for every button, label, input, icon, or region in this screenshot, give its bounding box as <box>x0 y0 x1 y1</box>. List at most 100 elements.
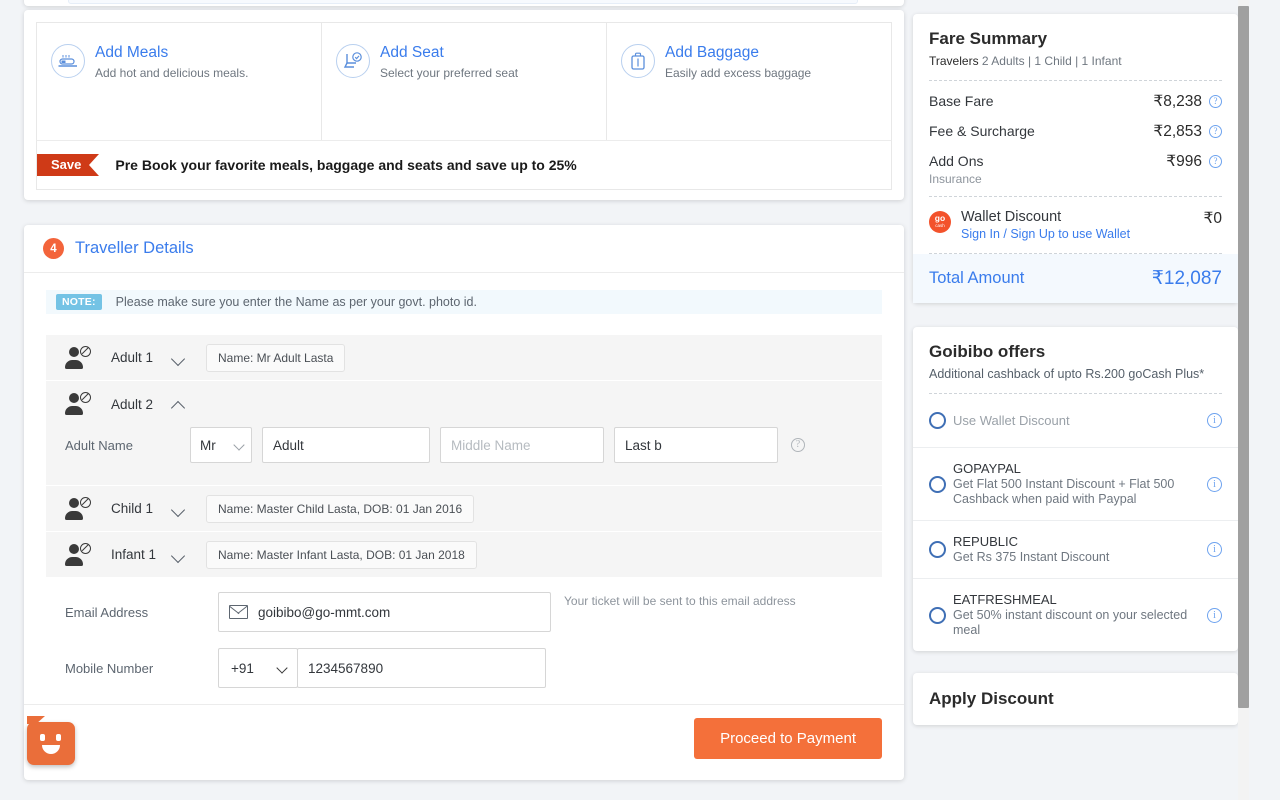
offer-item-republic[interactable]: REPUBLIC Get Rs 375 Instant Discount i <box>913 521 1238 579</box>
info-icon-republic[interactable]: i <box>1207 542 1222 557</box>
addon-subtitle-seat: Select your preferred seat <box>380 66 519 80</box>
chevron-down-icon-country-code <box>276 662 288 674</box>
email-field[interactable]: goibibo@go-mmt.com <box>218 592 551 632</box>
meal-icon <box>51 44 85 78</box>
fare-label-base-fare: Base Fare <box>929 93 994 109</box>
offers-title: Goibibo offers <box>929 342 1046 361</box>
offer-code-gopaypal: GOPAYPAL <box>953 461 1021 476</box>
fare-summary-card: Fare Summary Travelers 2 Adults | 1 Chil… <box>913 14 1238 303</box>
fare-line-add-ons: Add Ons ₹996 ? <box>913 141 1238 171</box>
envelope-icon <box>229 605 248 619</box>
first-name-input[interactable]: Adult <box>262 427 430 463</box>
chevron-down-icon-infant-1[interactable] <box>172 548 186 562</box>
passenger-row-adult-1[interactable]: Adult 1 Name: Mr Adult Lasta <box>46 335 882 381</box>
passenger-label-adult-2: Adult 2 <box>111 396 154 412</box>
note-badge: NOTE: <box>56 294 102 310</box>
info-icon-eatfreshmeal[interactable]: i <box>1207 607 1222 623</box>
country-code-value: +91 <box>231 660 254 676</box>
fee-surcharge-amount: ₹2,853 <box>1153 123 1202 140</box>
info-icon-gopaypal[interactable]: i <box>1207 476 1222 492</box>
offer-item-use-wallet-discount[interactable]: Use Wallet Discount i <box>913 394 1238 448</box>
fare-summary-header: Fare Summary Travelers 2 Adults | 1 Chil… <box>913 14 1238 80</box>
email-row: Email Address goibibo@go-mmt.com Your ti… <box>65 592 882 632</box>
offer-item-eatfreshmeal[interactable]: EATFRESHMEAL Get 50% instant discount on… <box>913 579 1238 651</box>
travelers-line: Travelers 2 Adults | 1 Child | 1 Infant <box>929 54 1222 68</box>
addon-add-meals[interactable]: Add Meals Add hot and delicious meals. <box>37 23 322 140</box>
offer-body-republic: REPUBLIC Get Rs 375 Instant Discount <box>953 534 1207 565</box>
gocash-badge-text: go <box>934 213 946 223</box>
note-text: Please make sure you enter the Name as p… <box>115 295 477 309</box>
help-icon[interactable]: ? <box>791 438 805 452</box>
wallet-discount-value: ₹0 <box>1203 210 1222 227</box>
chevron-up-icon-adult-2[interactable] <box>172 397 186 411</box>
total-amount-value: ₹12,087 <box>1151 268 1222 289</box>
fare-label-add-ons: Add Ons <box>929 153 984 169</box>
chevron-down-icon-title <box>233 439 245 451</box>
last-name-input[interactable]: Last b <box>614 427 778 463</box>
passenger-row-child-1[interactable]: Child 1 Name: Master Child Lasta, DOB: 0… <box>46 486 882 532</box>
title-select[interactable]: Mr <box>190 427 252 463</box>
addon-text-seat: Add Seat Select your preferred seat <box>380 43 518 81</box>
country-code-select[interactable]: +91 <box>218 648 298 688</box>
offer-label-use-wallet-discount: Use Wallet Discount <box>953 413 1070 428</box>
fare-line-fee-surcharge: Fee & Surcharge ₹2,853 ? <box>913 111 1238 141</box>
passenger-header-adult-2[interactable]: Adult 2 <box>46 381 882 427</box>
seat-icon <box>336 44 370 78</box>
total-amount-row: Total Amount ₹12,087 <box>913 254 1238 303</box>
info-icon-base-fare[interactable]: ? <box>1209 95 1222 108</box>
chat-eye-left-icon <box>40 734 45 741</box>
add-ons-amount: ₹996 <box>1166 153 1202 170</box>
fare-value-fee-surcharge: ₹2,853 ? <box>1153 122 1222 141</box>
offer-desc-eatfreshmeal: Get 50% instant discount on your selecte… <box>953 608 1188 637</box>
adult-name-form: Adult Name Mr Adult Middle Name Last b ? <box>46 427 882 485</box>
offer-code-republic: REPUBLIC <box>953 534 1019 549</box>
page-title: Traveller Details <box>75 239 194 257</box>
addon-subtitle-baggage: Easily add excess baggage <box>665 66 812 80</box>
booking-page: View All Benefits Insurance is only vali… <box>0 0 1280 800</box>
wallet-discount-title: Wallet Discount <box>961 209 1062 225</box>
goibibo-offers-card: Goibibo offers Additional cashback of up… <box>913 327 1238 651</box>
addon-text-baggage: Add Baggage Easily add excess baggage <box>665 43 811 81</box>
fare-summary-title: Fare Summary <box>929 29 1048 48</box>
email-value: goibibo@go-mmt.com <box>258 604 391 620</box>
prebook-save-banner: Save Pre Book your favorite meals, bagga… <box>36 140 892 190</box>
middle-name-input[interactable]: Middle Name <box>440 427 604 463</box>
person-verified-icon <box>65 496 91 520</box>
sign-in-sign-up-link[interactable]: Sign In / Sign Up to use Wallet <box>961 227 1204 241</box>
offer-code-eatfreshmeal: EATFRESHMEAL <box>953 592 1057 607</box>
gocash-icon: go cash <box>929 211 951 233</box>
chat-support-button[interactable] <box>27 716 75 765</box>
info-icon-fee-surcharge[interactable]: ? <box>1209 125 1222 138</box>
fare-label-fee-surcharge: Fee & Surcharge <box>929 123 1035 139</box>
info-icon-use-wallet-discount[interactable]: i <box>1207 413 1222 428</box>
adult-name-label: Adult Name <box>65 437 133 453</box>
offer-body-eatfreshmeal: EATFRESHMEAL Get 50% instant discount on… <box>953 592 1207 638</box>
page-scrollbar-thumb[interactable] <box>1238 6 1249 708</box>
addons-card: Add Meals Add hot and delicious meals. A… <box>24 10 904 200</box>
passenger-label-adult-1: Adult 1 <box>111 350 154 365</box>
traveller-details-header: 4 Traveller Details <box>24 225 904 273</box>
radio-eatfreshmeal[interactable] <box>929 606 946 624</box>
add-ons-sublabel: Insurance <box>929 172 982 186</box>
right-column: Fare Summary Travelers 2 Adults | 1 Chil… <box>913 14 1238 725</box>
offer-desc-republic: Get Rs 375 Instant Discount <box>953 550 1110 564</box>
offer-item-gopaypal[interactable]: GOPAYPAL Get Flat 500 Instant Discount +… <box>913 448 1238 521</box>
base-fare-amount: ₹8,238 <box>1153 93 1202 110</box>
radio-republic[interactable] <box>929 541 946 558</box>
title-select-value: Mr <box>200 437 216 453</box>
info-icon-add-ons[interactable]: ? <box>1209 155 1222 168</box>
passenger-label-infant-1: Infant 1 <box>111 547 157 562</box>
email-label: Email Address <box>65 604 149 620</box>
addon-add-seat[interactable]: Add Seat Select your preferred seat <box>322 23 607 140</box>
mobile-row: Mobile Number +91 1234567890 <box>65 648 882 688</box>
chevron-down-icon-child-1[interactable] <box>172 502 186 516</box>
chevron-down-icon-adult-1[interactable] <box>172 351 186 365</box>
radio-use-wallet-discount[interactable] <box>929 412 946 429</box>
travelers-label: Travelers <box>929 54 979 68</box>
proceed-to-payment-button[interactable]: Proceed to Payment <box>694 718 882 759</box>
contact-details-section: Email Address goibibo@go-mmt.com Your ti… <box>46 578 882 688</box>
mobile-number-field[interactable]: 1234567890 <box>297 648 546 688</box>
radio-gopaypal[interactable] <box>929 475 946 493</box>
addon-add-baggage[interactable]: Add Baggage Easily add excess baggage <box>607 23 891 140</box>
passenger-row-infant-1[interactable]: Infant 1 Name: Master Infant Lasta, DOB:… <box>46 532 882 578</box>
